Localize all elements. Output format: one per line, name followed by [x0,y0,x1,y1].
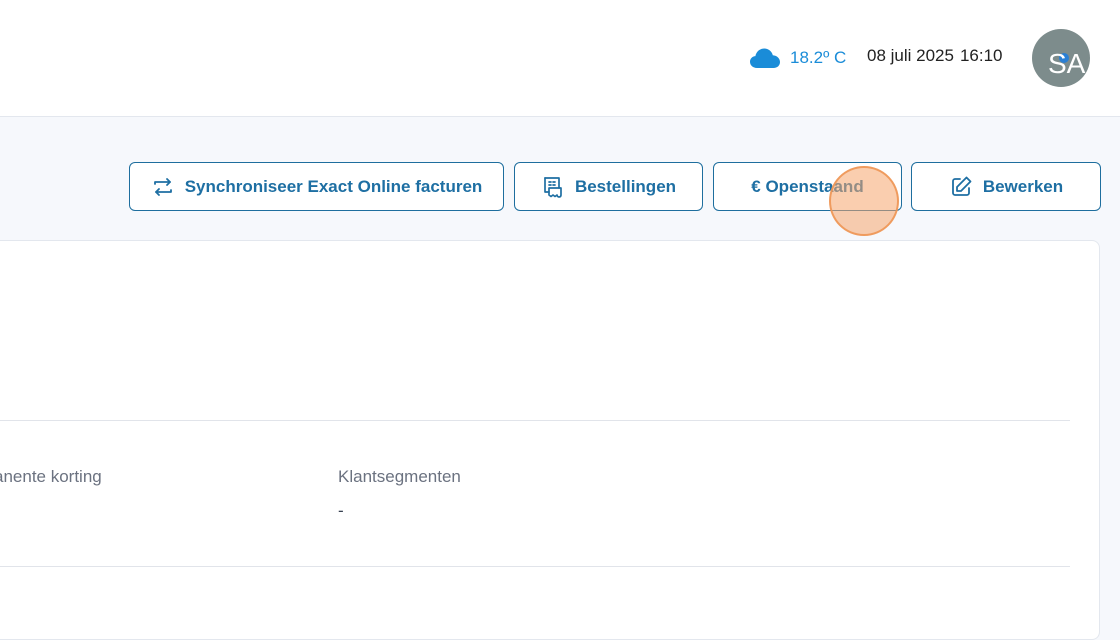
user-avatar[interactable]: SA [1032,29,1090,87]
sync-exact-invoices-button[interactable]: Synchroniseer Exact Online facturen [129,162,504,211]
section-divider [0,566,1070,567]
outstanding-button-label: € Openstaand [751,176,864,196]
permanent-discount-label: anente korting [0,467,102,486]
sync-button-label: Synchroniseer Exact Online facturen [184,176,483,196]
date-time: 08 juli 2025 16:10 [867,46,1003,66]
customer-segments-value: - [338,501,344,520]
avatar-initials: SA [1048,48,1086,79]
edit-button[interactable]: Bewerken [911,162,1101,211]
sync-arrows-icon [153,177,172,196]
customer-segments-label: Klantsegmenten [338,467,461,486]
section-divider [0,420,1070,421]
weather-widget: 18.2º C [749,44,846,72]
customer-details-card [0,240,1100,640]
edit-pencil-icon [951,176,972,196]
top-bar: 18.2º C 08 juli 2025 16:10 SA [0,0,1120,117]
receipt-icon [544,176,562,198]
temperature-text: 18.2º C [790,48,847,67]
date-text: 08 juli 2025 [867,46,954,65]
edit-button-label: Bewerken [982,176,1064,196]
orders-button[interactable]: Bestellingen [514,162,703,211]
orders-button-label: Bestellingen [574,176,677,196]
time-text: 16:10 [959,46,1003,65]
cloud-icon [750,48,780,68]
outstanding-button[interactable]: € Openstaand [713,162,902,211]
